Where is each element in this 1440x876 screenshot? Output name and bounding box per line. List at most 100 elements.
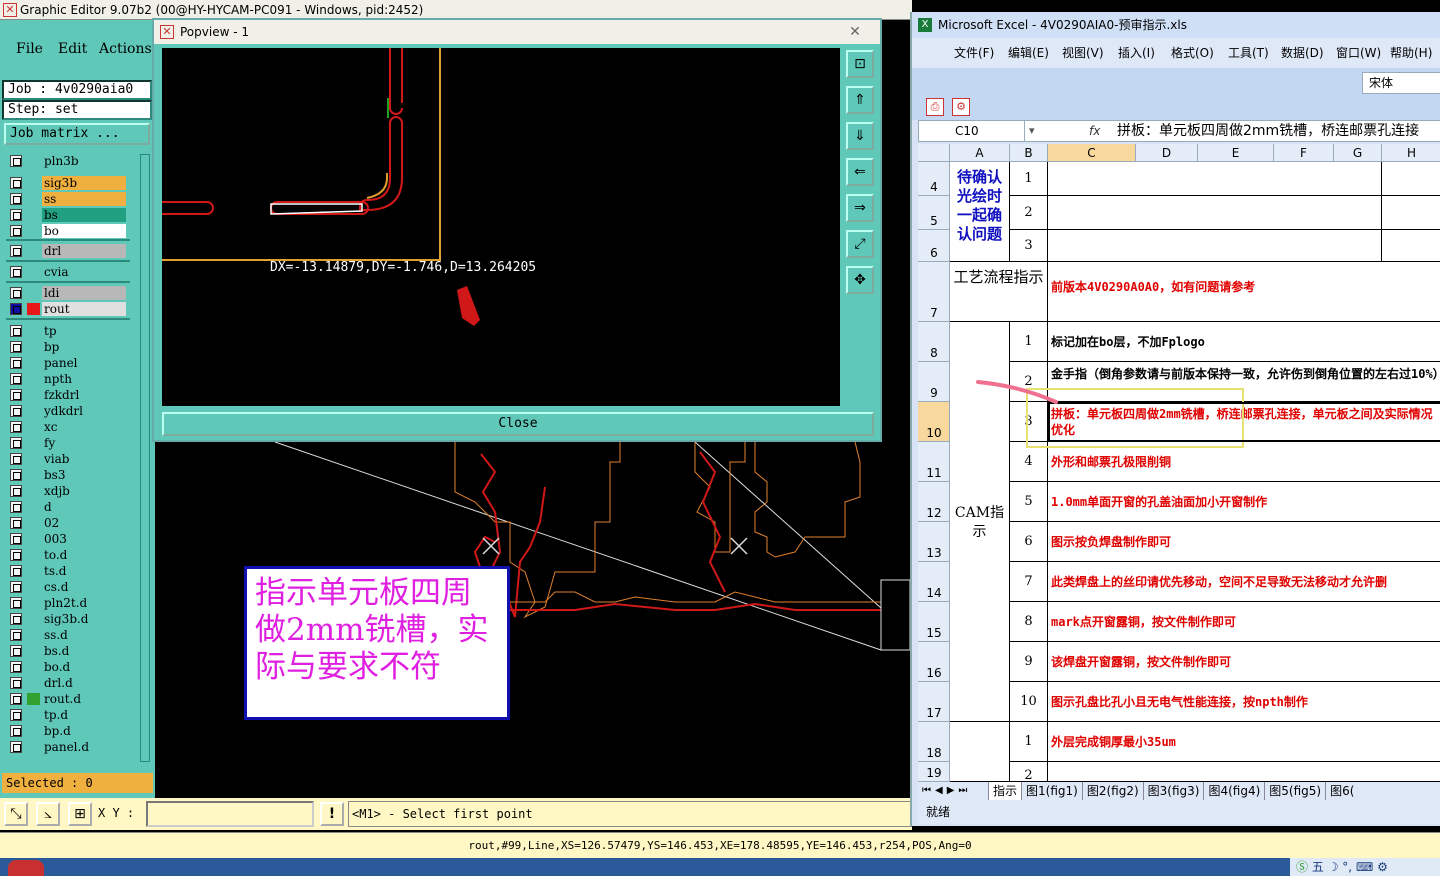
row-text[interactable]: 1.0mm单面开窗的孔盖油面加小开窗制作 (1048, 482, 1440, 522)
sheet-tab[interactable]: 图2(fig2) (1081, 782, 1143, 800)
layer-checkbox[interactable] (10, 225, 22, 237)
cell[interactable] (1048, 196, 1382, 230)
select-all-corner[interactable] (918, 144, 950, 162)
layer-row[interactable]: ss (8, 192, 126, 206)
layer-row[interactable]: ydkdrl (8, 404, 126, 418)
menu-file[interactable]: File (16, 41, 43, 57)
layer-checkbox[interactable] (10, 193, 22, 205)
layer-name[interactable]: ss (42, 192, 126, 206)
row-num[interactable]: 7 (1010, 562, 1048, 602)
layer-row[interactable]: bo.d (8, 660, 126, 674)
layer-checkbox[interactable] (10, 325, 22, 337)
layer-row[interactable]: bo (8, 224, 126, 238)
layer-name[interactable]: 003 (42, 532, 126, 546)
xy-input[interactable] (146, 801, 314, 827)
row-text[interactable]: 该焊盘开窗露铜，按文件制作即可 (1048, 642, 1440, 682)
row-text[interactable]: 此类焊盘上的丝印请优先移动，空间不足导致无法移动才允许删 (1048, 562, 1440, 602)
ime-toolbar[interactable]: Ⓢ 五 ☽ °, ⌨ ⚙ (1290, 858, 1440, 876)
layer-row[interactable]: panel (8, 356, 126, 370)
sheet-tab[interactable]: 图4(fig4) (1203, 782, 1264, 800)
col-header[interactable]: B (1010, 144, 1048, 162)
cell[interactable] (1048, 162, 1382, 196)
layer-checkbox[interactable] (10, 629, 22, 641)
row-header[interactable]: 12 (918, 482, 950, 522)
layer-name[interactable]: tp (42, 324, 126, 338)
zoom-in-icon[interactable]: ⇑ (846, 86, 874, 114)
layer-checkbox[interactable] (10, 597, 22, 609)
row-num[interactable]: 6 (1010, 522, 1048, 562)
menu-data-cn[interactable]: 数据(D) (1281, 38, 1324, 68)
col-header[interactable]: A (950, 144, 1010, 162)
row-num[interactable]: 2 (1010, 762, 1048, 782)
row-header[interactable]: 16 (918, 642, 950, 682)
layer-row[interactable]: ts.d (8, 564, 126, 578)
layer-row[interactable]: 003 (8, 532, 126, 546)
row-text[interactable]: 外形和邮票孔极限削铜 (1048, 442, 1440, 482)
col-header[interactable]: D (1136, 144, 1198, 162)
layer-checkbox[interactable] (10, 501, 22, 513)
layer-name[interactable]: bp (42, 340, 126, 354)
row-num[interactable]: 9 (1010, 642, 1048, 682)
move-icon[interactable]: ✥ (846, 266, 874, 294)
sheet-tab[interactable]: 图6( (1325, 782, 1358, 800)
row-text[interactable]: 外层完成铜厚最小35um (1048, 722, 1440, 762)
menu-insert-cn[interactable]: 插入(I) (1118, 38, 1155, 68)
layer-checkbox[interactable] (10, 661, 22, 673)
layer-name[interactable]: pln2t.d (42, 596, 126, 610)
row-header[interactable]: 19 (918, 762, 950, 782)
layer-checkbox[interactable] (10, 421, 22, 433)
layer-name[interactable]: drl.d (42, 676, 126, 690)
process-label[interactable]: 工艺流程指示 (950, 262, 1048, 322)
row-header[interactable]: 11 (918, 442, 950, 482)
sheet-tab[interactable]: 图1(fig1) (1021, 782, 1082, 800)
row-header[interactable]: 17 (918, 682, 950, 722)
menu-help-cn[interactable]: 帮助(H) (1390, 38, 1432, 68)
layer-checkbox[interactable] (10, 287, 22, 299)
layer-name[interactable]: panel.d (42, 740, 126, 754)
layer-name[interactable]: bo.d (42, 660, 126, 674)
close-icon[interactable]: ✕ (840, 23, 870, 41)
name-box[interactable]: C10 (919, 121, 1025, 141)
layer-row[interactable]: cs.d (8, 580, 126, 594)
sheet-tab[interactable]: 图3(fig3) (1142, 782, 1204, 800)
layer-name[interactable]: rout.d (42, 692, 126, 706)
row-num[interactable]: 1 (1010, 322, 1048, 362)
pdf-settings-icon[interactable]: ⚙ (952, 98, 970, 116)
layer-name[interactable]: bs.d (42, 644, 126, 658)
layer-name[interactable]: bs (42, 208, 126, 222)
layer-checkbox[interactable] (10, 357, 22, 369)
popview-canvas[interactable]: DX=-13.14879,DY=-1.746,D=13.264205 (162, 48, 840, 406)
layer-name[interactable]: cvia (42, 265, 126, 279)
layer-row[interactable]: drl.d (8, 676, 126, 690)
group1-num[interactable]: 3 (1010, 230, 1048, 262)
job-matrix-button[interactable]: Job matrix ... (4, 123, 150, 145)
layer-row[interactable]: viab (8, 452, 126, 466)
tab-scroll-icon[interactable]: ⏮◀▶⏭ (922, 782, 971, 800)
layer-name[interactable]: xc (42, 420, 126, 434)
layer-row[interactable]: xc (8, 420, 126, 434)
layer-checkbox[interactable] (10, 177, 22, 189)
layer-row[interactable]: tp (8, 324, 126, 338)
layer-row[interactable]: rout (8, 302, 126, 316)
spreadsheet-grid[interactable]: A B C D E F G H 4 5 6 7 8 9 10 11 12 13 … (918, 144, 1440, 782)
layer-name[interactable]: bp.d (42, 724, 126, 738)
popview-close-button[interactable]: Close (162, 412, 874, 436)
layer-name[interactable]: bs3 (42, 468, 126, 482)
pan-right-icon[interactable]: ⇒ (846, 194, 874, 222)
layer-checkbox[interactable] (10, 469, 22, 481)
layer-name[interactable]: fzkdrl (42, 388, 126, 402)
layer-name[interactable]: fy (42, 436, 126, 450)
zoom-fit-icon[interactable]: ⊡ (846, 50, 874, 78)
col-header[interactable]: H (1382, 144, 1440, 162)
layer-name[interactable]: bo (42, 224, 126, 238)
layer-name[interactable]: ydkdrl (42, 404, 126, 418)
menu-window-cn[interactable]: 窗口(W) (1336, 38, 1381, 68)
alert-icon[interactable]: ! (320, 802, 344, 826)
row-num[interactable]: 4 (1010, 442, 1048, 482)
layer-name[interactable]: viab (42, 452, 126, 466)
formula-input[interactable]: 拼板：单元板四周做2mm铣槽，桥连邮票孔连接 (1117, 121, 1419, 141)
expand-icon[interactable]: ⤢ (846, 230, 874, 258)
row-header[interactable]: 7 (918, 262, 950, 322)
col-header[interactable]: F (1274, 144, 1334, 162)
layer-row[interactable]: pln2t.d (8, 596, 126, 610)
